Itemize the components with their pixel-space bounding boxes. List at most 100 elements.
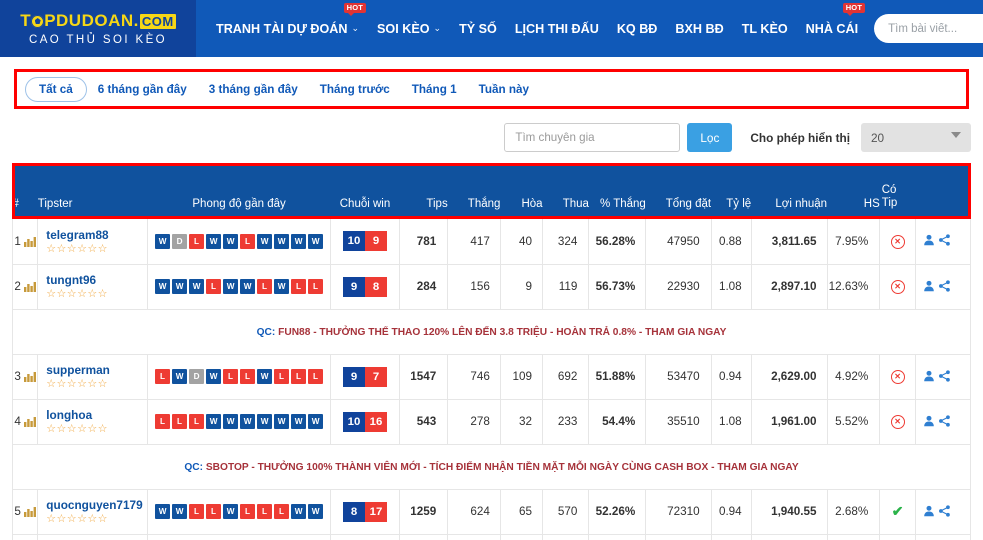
col-header-win-pct[interactable]: % Thắng — [588, 163, 646, 219]
nav-item-tranh-tai-du-doan[interactable]: TRANH TÀI DỰ ĐOÁN ⌄ HOT — [207, 0, 368, 57]
cell-has-tip: ✕ — [879, 353, 917, 400]
col-header-rate[interactable]: Tỷ lệ — [711, 163, 752, 219]
streak-win-badge: 9 — [343, 366, 365, 387]
stats-chart-icon[interactable] — [23, 371, 36, 382]
tab-6-thang-gan-day[interactable]: 6 tháng gần đây — [87, 78, 198, 101]
nav-item-soi-keo[interactable]: SOI KÈO ⌄ — [368, 0, 450, 57]
cell-rank: 6 — [11, 533, 39, 540]
col-header-tipster[interactable]: Tipster — [37, 163, 148, 219]
cell-has-tip: ✕ — [879, 219, 917, 265]
stats-chart-icon[interactable] — [23, 236, 36, 247]
tab-thang-truoc[interactable]: Tháng trước — [309, 78, 401, 101]
table-row[interactable]: 4 longhoa ☆☆☆☆☆☆ L L L W W W W W W W 10 16 543 278 32 233 5… — [11, 398, 971, 445]
has-tip-no-icon: ✕ — [890, 370, 905, 384]
streak-win-badge: 10 — [343, 411, 365, 432]
tipster-ranking-table: # Tipster Phong độ gần đây Chuỗi win Tip… — [11, 163, 971, 540]
col-header-num[interactable]: # — [12, 163, 38, 219]
nav-item-ty-so[interactable]: TỶ SỐ — [450, 0, 506, 57]
profile-icon[interactable] — [923, 505, 935, 517]
form-badge-l: L — [189, 414, 205, 429]
col-header-lose[interactable]: Thua — [542, 163, 589, 219]
share-icon[interactable] — [938, 504, 951, 517]
nav-item-lich-thi-dau[interactable]: LỊCH THI ĐẤU — [506, 0, 608, 57]
tipster-name-link[interactable]: longhoa — [46, 408, 147, 422]
profile-icon[interactable] — [923, 234, 935, 246]
col-header-actions — [915, 163, 971, 219]
form-badge-w: W — [189, 279, 205, 294]
ad-banner-cell[interactable]: QC: SBOTOP - THƯỞNG 100% THÀNH VIÊN MỚI … — [12, 443, 971, 490]
tipster-name-link[interactable]: supperman — [46, 363, 147, 377]
profile-icon[interactable] — [923, 415, 935, 427]
table-row[interactable]: 1 telegram88 ☆☆☆☆☆☆ W D L W W L W W W W 10 9 781 417 40 32… — [11, 219, 971, 265]
table-row[interactable]: 6minhlong68☆☆☆☆☆☆WLWDLLLWWW1511129162976… — [11, 533, 971, 540]
share-icon[interactable] — [938, 369, 951, 382]
cell-profit: 1,940.55 — [750, 488, 828, 535]
nav-label: BXH BĐ — [675, 21, 724, 36]
cell-wins: 624 — [447, 488, 501, 535]
cell-has-tip: ✕ — [879, 398, 917, 445]
ad-banner-row[interactable]: QC: SBOTOP - THƯỞNG 100% THÀNH VIÊN MỚI … — [12, 443, 971, 490]
cell-win-streak: 8 17 — [330, 488, 400, 535]
cell-draws: 9 — [499, 263, 544, 310]
streak-win-badge: 9 — [343, 276, 365, 297]
stats-chart-icon[interactable] — [23, 416, 36, 427]
col-header-tips[interactable]: Tips — [399, 163, 448, 219]
cell-losses: 570 — [542, 488, 590, 535]
tab-3-thang-gan-day[interactable]: 3 tháng gần đây — [198, 78, 309, 101]
ad-banner-row[interactable]: QC: FUN88 - THƯỞNG THỂ THAO 120% LÊN ĐẾN… — [12, 308, 971, 355]
stats-chart-icon[interactable] — [23, 281, 36, 292]
form-badge-w: W — [291, 233, 307, 249]
tab-tuan-nay[interactable]: Tuần này — [468, 78, 540, 101]
logo-tagline: CAO THỦ SOI KÈO — [28, 34, 168, 46]
share-icon[interactable] — [938, 414, 951, 427]
col-header-form[interactable]: Phong độ gần đây — [147, 163, 331, 219]
col-header-draw[interactable]: Hòa — [500, 163, 543, 219]
form-badge-l: L — [291, 279, 307, 294]
rating-stars: ☆☆☆☆☆☆ — [46, 242, 108, 255]
nav-label: SOI KÈO — [377, 21, 430, 36]
table-row[interactable]: 5 quocnguyen7179 ☆☆☆☆☆☆ W W L L W L L L W W 8 17 1259 62… — [11, 488, 971, 535]
col-header-hs[interactable]: HS — [827, 163, 880, 219]
share-icon[interactable] — [938, 279, 951, 292]
cell-wins: 278 — [447, 398, 501, 445]
tipster-name-link[interactable]: quocnguyen7179 — [46, 498, 147, 512]
tipster-name-link[interactable]: tungnt96 — [46, 273, 147, 287]
cell-tipster: tungnt96 ☆☆☆☆☆☆ — [37, 263, 148, 310]
col-header-total[interactable]: Tổng đặt — [645, 163, 712, 219]
col-header-streak[interactable]: Chuỗi win — [330, 163, 400, 219]
profile-icon[interactable] — [923, 280, 935, 292]
table-row[interactable]: 3 supperman ☆☆☆☆☆☆ L W D W L L W L L L 9 7 1547 746 109 69… — [11, 353, 971, 400]
ad-banner-text[interactable]: QC: FUN88 - THƯỞNG THỂ THAO 120% LÊN ĐẾN… — [257, 327, 727, 338]
nav-item-nha-cai[interactable]: NHÀ CÁI HOT — [797, 0, 867, 57]
expert-search-input[interactable] — [504, 123, 681, 152]
ad-banner-text[interactable]: QC: SBOTOP - THƯỞNG 100% THÀNH VIÊN MỚI … — [184, 462, 798, 473]
tab-thang-1[interactable]: Tháng 1 — [401, 78, 468, 101]
share-icon[interactable] — [938, 234, 951, 246]
period-filter-tabs: Tất cả 6 tháng gần đây 3 tháng gần đây T… — [14, 69, 969, 109]
filter-button[interactable]: Lọc — [687, 123, 733, 152]
tipster-name-link[interactable]: telegram88 — [46, 228, 147, 242]
site-logo[interactable]: T PDUDOAN. COM CAO THỦ SOI KÈO — [0, 0, 196, 57]
form-badge-w: W — [155, 279, 171, 294]
form-badge-l: L — [206, 504, 222, 519]
nav-item-bxh-bd[interactable]: BXH BĐ — [666, 0, 732, 57]
col-header-win[interactable]: Thắng — [447, 163, 501, 219]
nav-item-kq-bd[interactable]: KQ BĐ — [608, 0, 667, 57]
stats-chart-icon[interactable] — [23, 506, 36, 517]
col-header-profit[interactable]: Lợi nhuận — [751, 163, 828, 219]
form-badge-w: W — [257, 233, 273, 249]
rating-stars: ☆☆☆☆☆☆ — [46, 513, 108, 525]
ad-banner-cell[interactable]: QC: FUN88 - THƯỞNG THỂ THAO 120% LÊN ĐẾN… — [12, 308, 971, 355]
profile-icon[interactable] — [923, 370, 935, 382]
page-size-select[interactable]: 20 — [861, 123, 971, 152]
table-row[interactable]: 2 tungnt96 ☆☆☆☆☆☆ W W W L W W L W L L 9 8 284 156 9 119 56.… — [11, 263, 971, 310]
form-badge-w: W — [172, 504, 188, 519]
nav-item-tl-keo[interactable]: TL KÈO — [733, 0, 797, 57]
tab-tat-ca[interactable]: Tất cả — [25, 76, 87, 102]
form-badge-w: W — [155, 233, 171, 249]
cell-has-tip: ✕ — [879, 533, 917, 540]
col-header-has-tip[interactable]: Có Tip — [879, 163, 916, 219]
cell-wins: 746 — [447, 353, 501, 400]
search-input[interactable] — [874, 14, 983, 43]
form-badge-w: W — [274, 233, 290, 249]
